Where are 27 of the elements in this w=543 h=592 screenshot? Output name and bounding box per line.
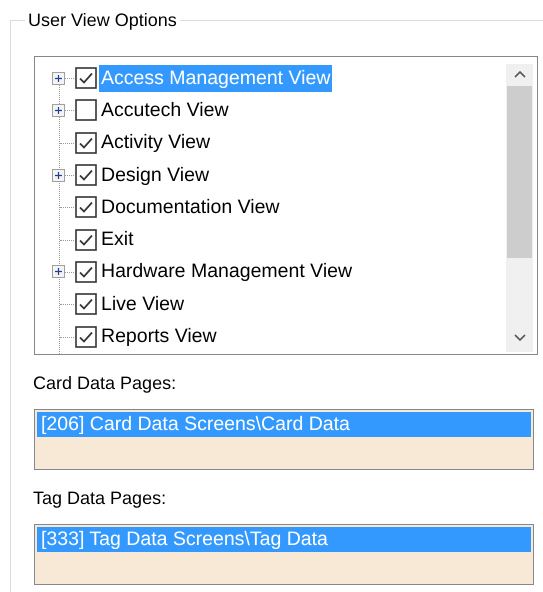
scroll-up-icon[interactable] (512, 70, 526, 80)
tree-item[interactable]: Documentation View (99, 194, 282, 221)
expand-icon[interactable] (52, 72, 65, 85)
expand-icon[interactable] (52, 265, 65, 278)
checkbox[interactable] (75, 293, 97, 316)
tree-item[interactable]: Live View (99, 290, 186, 318)
tree-item[interactable]: Accutech View (99, 96, 231, 124)
list-label: Card Data Pages: (33, 372, 178, 394)
checkbox[interactable] (75, 196, 97, 218)
checkbox[interactable] (75, 228, 97, 251)
expand-icon[interactable] (52, 168, 65, 182)
checkbox[interactable] (75, 164, 97, 186)
tree-item[interactable]: Activity View (99, 129, 212, 156)
tree-item[interactable]: Design View (99, 162, 212, 189)
expand-icon[interactable] (52, 104, 65, 117)
checkbox[interactable] (75, 99, 97, 122)
checkbox[interactable] (75, 260, 97, 283)
scroll-down-icon[interactable] (512, 332, 526, 342)
scroll-thumb[interactable] (507, 86, 532, 258)
checkbox[interactable] (75, 326, 97, 348)
checkbox[interactable] (75, 67, 97, 90)
list-label: Tag Data Pages: (33, 487, 168, 509)
tree-item[interactable]: Exit (99, 226, 136, 254)
tree-item[interactable]: Hardware Management View (99, 258, 354, 286)
tree-item[interactable]: Reports View (99, 323, 219, 350)
scrollbar[interactable] (506, 64, 533, 352)
checkbox[interactable] (75, 132, 97, 154)
